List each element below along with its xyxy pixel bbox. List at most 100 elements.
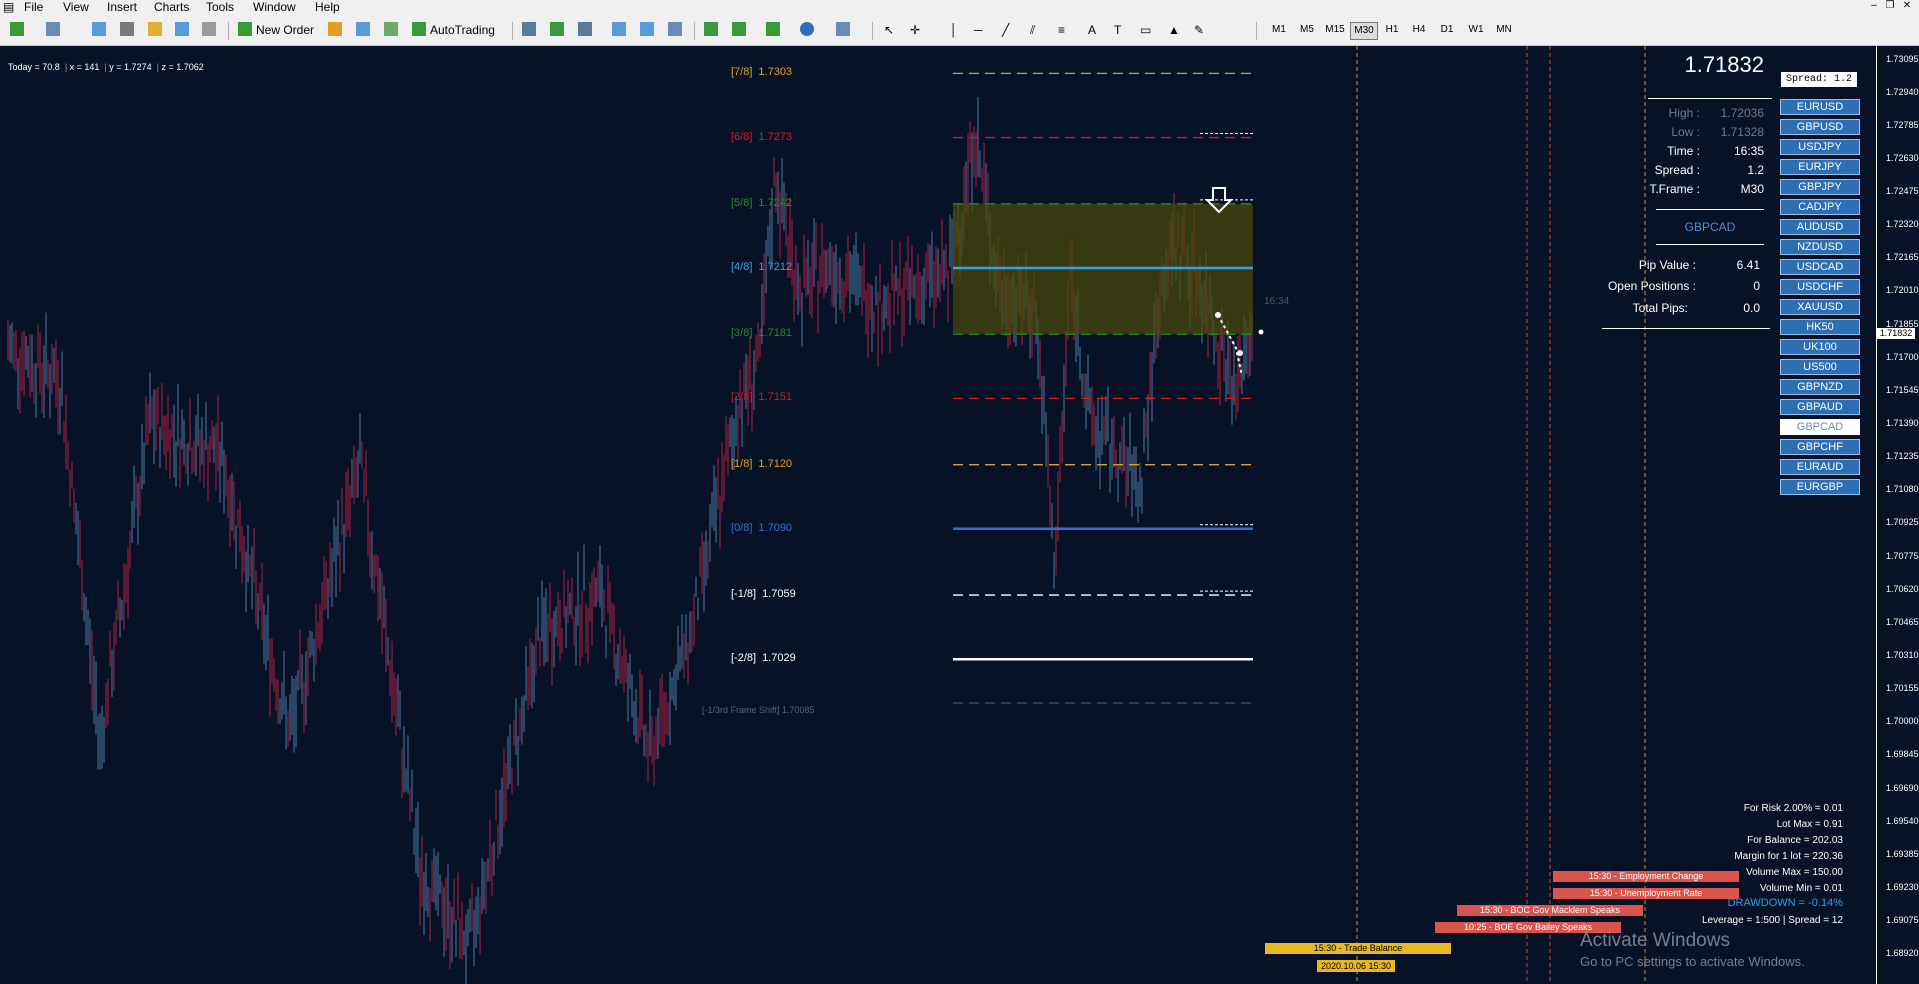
chart-shift-icon[interactable] [704, 22, 718, 36]
indicators-icon[interactable] [766, 22, 780, 36]
pip-value: 6.41 [1736, 258, 1760, 272]
candlestick-icon[interactable] [550, 22, 564, 36]
symbol-button-gbpaud[interactable]: GBPAUD [1780, 399, 1860, 415]
symbol-button-gbpcad[interactable]: GBPCAD [1780, 419, 1860, 435]
news-employment-change[interactable]: 15:30 - Employment Change [1553, 871, 1739, 882]
market-watch-icon[interactable] [92, 22, 106, 36]
watermark-title: Activate Windows [1580, 930, 1730, 951]
symbol-button-nzdusd[interactable]: NZDUSD [1780, 239, 1860, 255]
z-value: z = 1.7062 [161, 62, 204, 72]
autoscroll-icon[interactable] [732, 22, 746, 36]
new-order-button[interactable]: New Order [256, 20, 314, 40]
signals-icon[interactable] [356, 22, 370, 36]
symbol-button-usdjpy[interactable]: USDJPY [1780, 139, 1860, 155]
timeframe-m15[interactable]: M15 [1322, 22, 1348, 38]
cursor-icon[interactable]: ↖ [884, 20, 894, 40]
tile-windows-icon[interactable] [668, 22, 682, 36]
symbol-button-uk100[interactable]: UK100 [1780, 339, 1860, 355]
arrows-icon[interactable]: ✎ [1194, 20, 1204, 40]
timeframe-m1[interactable]: M1 [1268, 22, 1290, 38]
menu-window[interactable]: Window [253, 0, 296, 14]
rectangle-icon[interactable]: ▭ [1140, 20, 1151, 40]
triangle-icon[interactable]: ▲ [1168, 20, 1180, 40]
metaeditor-icon[interactable] [328, 22, 342, 36]
zoom-in-icon[interactable] [612, 22, 626, 36]
app-icon[interactable]: ▤ [3, 0, 14, 14]
timeframe-mn[interactable]: MN [1492, 22, 1516, 38]
channel-icon[interactable]: ⫽ [1030, 20, 1035, 40]
templates-icon[interactable] [836, 22, 850, 36]
line-chart-icon[interactable] [578, 22, 592, 36]
close-icon[interactable]: ✕ [1901, 0, 1913, 12]
symbol-button-gbpchf[interactable]: GBPCHF [1780, 439, 1860, 455]
y-axis-label: 1.72010 [1886, 285, 1919, 296]
tester-icon[interactable] [202, 22, 216, 36]
symbol-button-eurusd[interactable]: EURUSD [1780, 99, 1860, 115]
symbol-button-us500[interactable]: US500 [1780, 359, 1860, 375]
zoom-out-icon[interactable] [640, 22, 654, 36]
separator [694, 22, 695, 40]
y-axis-label: 1.70465 [1886, 616, 1919, 627]
menu-file[interactable]: File [24, 0, 43, 14]
horizontal-line-icon[interactable]: ─ [974, 20, 983, 40]
symbol-button-eurjpy[interactable]: EURJPY [1780, 159, 1860, 175]
marker-dot [1237, 350, 1243, 356]
menu-insert[interactable]: Insert [107, 0, 137, 14]
symbol-button-gbpjpy[interactable]: GBPJPY [1780, 179, 1860, 195]
symbol-button-xauusd[interactable]: XAUUSD [1780, 299, 1860, 315]
crosshair-icon[interactable]: ✛ [910, 20, 920, 40]
timeframe-h4[interactable]: H4 [1408, 22, 1430, 38]
y-axis-label: 1.71545 [1886, 384, 1919, 395]
level-name: [7/8] [731, 66, 753, 79]
navigator-icon[interactable] [120, 22, 134, 36]
symbol-button-eurgbp[interactable]: EURGBP [1780, 479, 1860, 495]
trendline-icon[interactable]: ╱ [1002, 20, 1009, 40]
separator [228, 22, 229, 40]
autotrading-button[interactable]: AutoTrading [430, 20, 495, 40]
timeframe-h1[interactable]: H1 [1382, 22, 1402, 38]
y-axis-label: 1.72320 [1886, 219, 1919, 230]
menu-tools[interactable]: Tools [206, 0, 234, 14]
terminal-icon[interactable] [175, 22, 189, 36]
low-value: 1.71328 [1720, 125, 1764, 139]
symbol-button-usdcad[interactable]: USDCAD [1780, 259, 1860, 275]
timeframe-d1[interactable]: D1 [1436, 22, 1458, 38]
price-chart[interactable]: Today = 70.8 | x = 141 | y = 1.7274 | z … [0, 46, 1919, 984]
new-chart-icon[interactable] [10, 22, 24, 36]
menu-view[interactable]: View [63, 0, 89, 14]
menu-charts[interactable]: Charts [154, 0, 189, 14]
menu-help[interactable]: Help [315, 0, 340, 14]
symbol-button-audusd[interactable]: AUDUSD [1780, 219, 1860, 235]
symbol-button-gbpnzd[interactable]: GBPNZD [1780, 379, 1860, 395]
news-boc-macklem[interactable]: 15:30 - BOC Gov Macklem Speaks [1457, 905, 1643, 916]
market-icon[interactable] [384, 22, 398, 36]
favorites-icon[interactable] [148, 22, 162, 36]
level-name: [-1/8] [731, 588, 757, 601]
minimize-icon[interactable]: – [1868, 0, 1880, 12]
separator [872, 22, 873, 40]
separator [1256, 22, 1257, 40]
timeframe-m5[interactable]: M5 [1296, 22, 1318, 38]
restore-icon[interactable]: ❐ [1884, 0, 1896, 12]
symbol-button-gbpusd[interactable]: GBPUSD [1780, 119, 1860, 135]
text-icon[interactable]: A [1088, 20, 1096, 40]
fibonacci-icon[interactable]: ≡ [1058, 20, 1065, 40]
symbol-button-cadjpy[interactable]: CADJPY [1780, 199, 1860, 215]
symbol-button-usdchf[interactable]: USDCHF [1780, 279, 1860, 295]
symbol-button-hk50[interactable]: HK50 [1780, 319, 1860, 335]
toolbar: New Order AutoTrading ↖ ✛ │ ─ ╱ ⫽ ≡ A T … [0, 15, 1919, 46]
profiles-icon[interactable] [46, 22, 60, 36]
symbol-button-euraud[interactable]: EURAUD [1780, 459, 1860, 475]
text-label-icon[interactable]: T [1114, 20, 1121, 40]
lot-max-line: Lot Max = 0.91 [1776, 819, 1843, 830]
news-trade-balance[interactable]: 15:30 - Trade Balance [1265, 943, 1451, 954]
periods-icon[interactable] [800, 22, 814, 36]
time-label: Time : [1667, 144, 1700, 158]
timeframe-w1[interactable]: W1 [1464, 22, 1488, 38]
level-value: 1.7120 [758, 457, 793, 470]
vertical-line-icon[interactable]: │ [950, 20, 958, 40]
bar-chart-icon[interactable] [522, 22, 536, 36]
timeframe-m30[interactable]: M30 [1350, 22, 1378, 40]
news-unemployment-rate[interactable]: 15:30 - Unemployment Rate [1553, 888, 1739, 899]
level-name: [4/8] [731, 260, 753, 273]
